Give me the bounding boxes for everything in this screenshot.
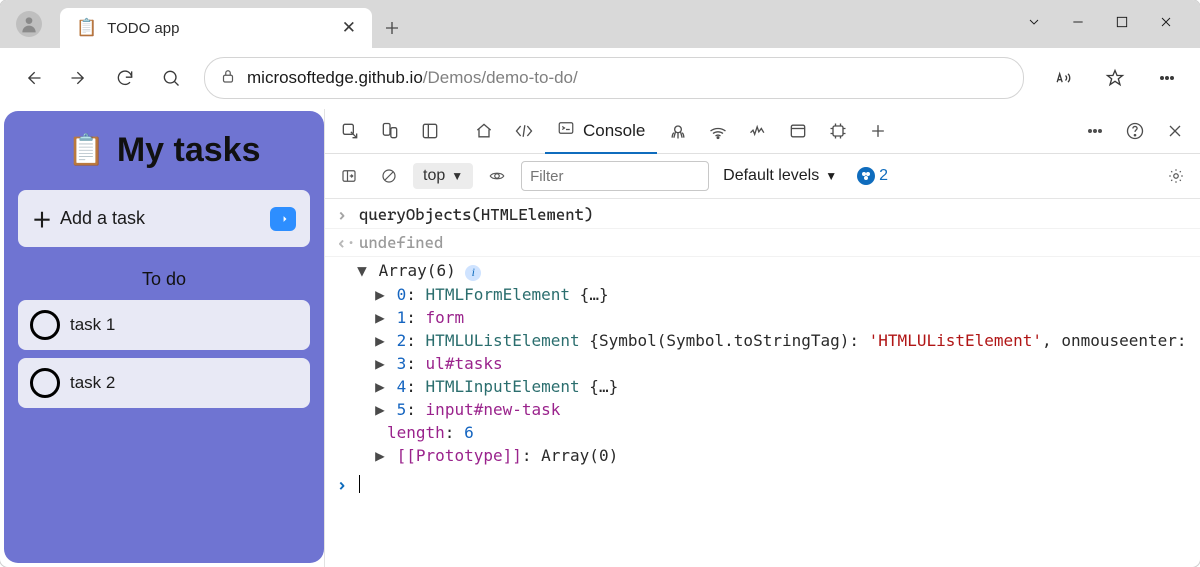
add-task-input[interactable]: ＋ Add a task: [18, 190, 310, 247]
tab-favicon-icon: 📋: [76, 18, 97, 38]
window-titlebar: 📋 TODO app ✕: [0, 0, 1200, 48]
lock-icon: [219, 67, 237, 90]
address-bar[interactable]: microsoftedge.github.io/Demos/demo-to-do…: [204, 57, 1024, 99]
console-return-row: ‹· undefined: [325, 229, 1200, 257]
url-text: microsoftedge.github.io/Demos/demo-to-do…: [247, 68, 578, 88]
console-object-tree[interactable]: ▼ Array(6) i ▶ 0: HTMLFormElement {…} ▶ …: [325, 257, 1200, 467]
console-icon: [557, 119, 575, 142]
dock-side-button[interactable]: [411, 113, 449, 149]
avatar-icon: [16, 11, 42, 37]
clipboard-icon: 📋: [68, 133, 105, 168]
tab-title: TODO app: [107, 20, 179, 37]
chevron-down-icon[interactable]: [1026, 14, 1042, 35]
task-item[interactable]: task 2: [18, 358, 310, 408]
devtools-close-button[interactable]: [1156, 113, 1194, 149]
profile-button[interactable]: [0, 0, 58, 48]
devtools-more-button[interactable]: [1076, 113, 1114, 149]
network-tab[interactable]: [699, 113, 737, 149]
console-filter-input[interactable]: [521, 161, 709, 191]
page-viewport: 📋 My tasks ＋ Add a task To do task 1 tas…: [4, 111, 324, 563]
log-levels-selector[interactable]: Default levels ▼: [723, 167, 837, 185]
console-prompt[interactable]: ›: [325, 467, 1200, 502]
info-icon[interactable]: i: [465, 265, 481, 281]
task-label: task 1: [70, 315, 115, 335]
forward-button[interactable]: [56, 55, 102, 101]
section-heading: To do: [18, 269, 310, 290]
search-button[interactable]: [148, 55, 194, 101]
console-settings-button[interactable]: [1160, 161, 1192, 191]
more-tabs-button[interactable]: [859, 113, 897, 149]
device-emulation-button[interactable]: [371, 113, 409, 149]
welcome-tab[interactable]: [465, 113, 503, 149]
memory-tab[interactable]: [819, 113, 857, 149]
application-tab[interactable]: [779, 113, 817, 149]
browser-toolbar: microsoftedge.github.io/Demos/demo-to-do…: [0, 48, 1200, 109]
checkbox-icon[interactable]: [30, 310, 60, 340]
task-item[interactable]: task 1: [18, 300, 310, 350]
console-output: › queryObjects(HTMLElement) ‹· undefined…: [325, 199, 1200, 567]
help-button[interactable]: [1116, 113, 1154, 149]
read-aloud-button[interactable]: [1040, 55, 1086, 101]
close-button[interactable]: [1158, 14, 1174, 35]
plus-icon: ＋: [32, 204, 52, 233]
page-title: 📋 My tasks: [18, 131, 310, 170]
live-expression-button[interactable]: [481, 161, 513, 191]
favorite-button[interactable]: [1092, 55, 1138, 101]
window-controls: [1026, 0, 1196, 48]
inspect-element-button[interactable]: [331, 113, 369, 149]
performance-tab[interactable]: [739, 113, 777, 149]
chevron-down-icon: ▼: [451, 169, 463, 183]
clear-console-button[interactable]: [373, 161, 405, 191]
toggle-sidebar-button[interactable]: [333, 161, 365, 191]
checkbox-icon[interactable]: [30, 368, 60, 398]
maximize-button[interactable]: [1114, 14, 1130, 35]
chevron-down-icon: ▼: [825, 169, 837, 183]
browser-tab[interactable]: 📋 TODO app ✕: [60, 8, 372, 48]
minimize-button[interactable]: [1070, 14, 1086, 35]
context-selector[interactable]: top ▼: [413, 163, 473, 189]
issues-button[interactable]: 2: [857, 167, 888, 185]
console-toolbar: top ▼ Default levels ▼ 2: [325, 154, 1200, 199]
tab-close-button[interactable]: ✕: [342, 18, 356, 38]
new-tab-button[interactable]: [372, 8, 412, 48]
issues-icon: [857, 167, 875, 185]
sources-tab[interactable]: [659, 113, 697, 149]
submit-task-button[interactable]: [270, 207, 296, 231]
console-tab[interactable]: Console: [545, 110, 657, 154]
elements-tab[interactable]: [505, 113, 543, 149]
devtools-tabstrip: Console: [325, 109, 1200, 154]
task-label: task 2: [70, 373, 115, 393]
devtools-panel: Console top ▼: [324, 109, 1200, 567]
refresh-button[interactable]: [102, 55, 148, 101]
more-menu-button[interactable]: [1144, 55, 1190, 101]
console-input-row: › queryObjects(HTMLElement): [325, 201, 1200, 229]
back-button[interactable]: [10, 55, 56, 101]
